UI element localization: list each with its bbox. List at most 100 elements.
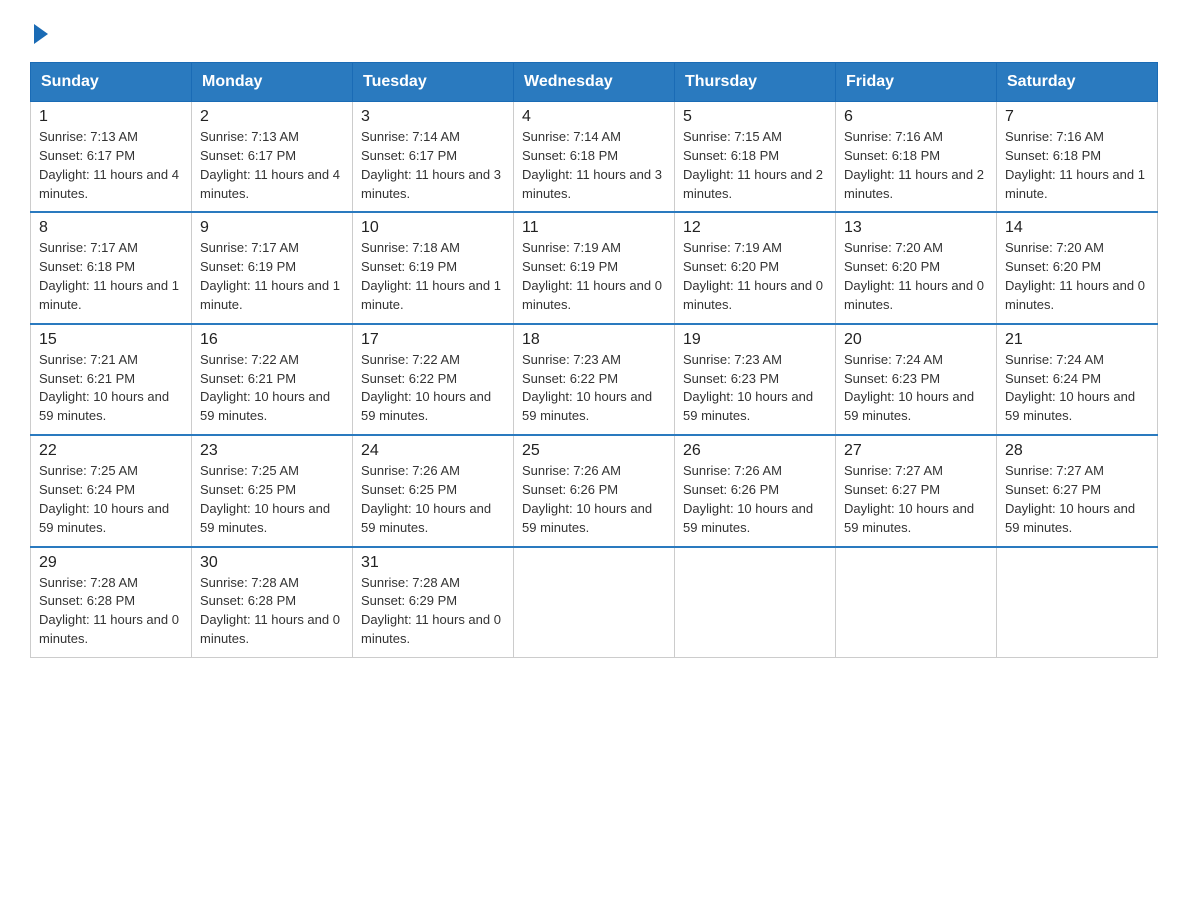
day-number: 11: [522, 219, 666, 237]
day-info: Sunrise: 7:13 AMSunset: 6:17 PMDaylight:…: [200, 128, 344, 203]
day-cell-10: 10 Sunrise: 7:18 AMSunset: 6:19 PMDayligh…: [353, 212, 514, 323]
day-cell-29: 29 Sunrise: 7:28 AMSunset: 6:28 PMDayligh…: [31, 547, 192, 658]
day-cell-12: 12 Sunrise: 7:19 AMSunset: 6:20 PMDayligh…: [675, 212, 836, 323]
day-cell-3: 3 Sunrise: 7:14 AMSunset: 6:17 PMDaylight…: [353, 102, 514, 213]
day-info: Sunrise: 7:19 AMSunset: 6:20 PMDaylight:…: [683, 239, 827, 314]
week-row-2: 8 Sunrise: 7:17 AMSunset: 6:18 PMDaylight…: [31, 212, 1158, 323]
week-row-5: 29 Sunrise: 7:28 AMSunset: 6:28 PMDayligh…: [31, 547, 1158, 658]
day-number: 29: [39, 554, 183, 572]
day-info: Sunrise: 7:16 AMSunset: 6:18 PMDaylight:…: [844, 128, 988, 203]
day-number: 10: [361, 219, 505, 237]
day-number: 16: [200, 331, 344, 349]
day-info: Sunrise: 7:26 AMSunset: 6:26 PMDaylight:…: [522, 462, 666, 537]
day-cell-8: 8 Sunrise: 7:17 AMSunset: 6:18 PMDaylight…: [31, 212, 192, 323]
day-info: Sunrise: 7:17 AMSunset: 6:18 PMDaylight:…: [39, 239, 183, 314]
day-info: Sunrise: 7:14 AMSunset: 6:18 PMDaylight:…: [522, 128, 666, 203]
day-number: 17: [361, 331, 505, 349]
day-cell-28: 28 Sunrise: 7:27 AMSunset: 6:27 PMDayligh…: [997, 435, 1158, 546]
logo: [30, 28, 48, 44]
day-info: Sunrise: 7:21 AMSunset: 6:21 PMDaylight:…: [39, 351, 183, 426]
day-info: Sunrise: 7:13 AMSunset: 6:17 PMDaylight:…: [39, 128, 183, 203]
day-cell-18: 18 Sunrise: 7:23 AMSunset: 6:22 PMDayligh…: [514, 324, 675, 435]
day-cell-16: 16Sunrise: 7:22 AMSunset: 6:21 PMDayligh…: [192, 324, 353, 435]
day-info: Sunrise: 7:25 AMSunset: 6:25 PMDaylight:…: [200, 462, 344, 537]
logo-arrow-icon: [34, 24, 48, 44]
week-row-1: 1 Sunrise: 7:13 AMSunset: 6:17 PMDaylight…: [31, 102, 1158, 213]
day-info: Sunrise: 7:27 AMSunset: 6:27 PMDaylight:…: [844, 462, 988, 537]
calendar-table: SundayMondayTuesdayWednesdayThursdayFrid…: [30, 62, 1158, 658]
day-info: Sunrise: 7:16 AMSunset: 6:18 PMDaylight:…: [1005, 128, 1149, 203]
day-number: 9: [200, 219, 344, 237]
day-number: 19: [683, 331, 827, 349]
day-cell-19: 19Sunrise: 7:23 AMSunset: 6:23 PMDayligh…: [675, 324, 836, 435]
day-info: Sunrise: 7:18 AMSunset: 6:19 PMDaylight:…: [361, 239, 505, 314]
day-number: 7: [1005, 108, 1149, 126]
day-number: 14: [1005, 219, 1149, 237]
day-info: Sunrise: 7:26 AMSunset: 6:25 PMDaylight:…: [361, 462, 505, 537]
day-info: Sunrise: 7:20 AMSunset: 6:20 PMDaylight:…: [1005, 239, 1149, 314]
empty-cell: [836, 547, 997, 658]
col-header-tuesday: Tuesday: [353, 63, 514, 102]
day-number: 26: [683, 442, 827, 460]
day-number: 24: [361, 442, 505, 460]
day-info: Sunrise: 7:25 AMSunset: 6:24 PMDaylight:…: [39, 462, 183, 537]
day-info: Sunrise: 7:19 AMSunset: 6:19 PMDaylight:…: [522, 239, 666, 314]
day-number: 22: [39, 442, 183, 460]
day-cell-26: 26 Sunrise: 7:26 AMSunset: 6:26 PMDayligh…: [675, 435, 836, 546]
day-cell-22: 22 Sunrise: 7:25 AMSunset: 6:24 PMDayligh…: [31, 435, 192, 546]
day-cell-31: 31Sunrise: 7:28 AMSunset: 6:29 PMDayligh…: [353, 547, 514, 658]
day-cell-25: 25 Sunrise: 7:26 AMSunset: 6:26 PMDayligh…: [514, 435, 675, 546]
day-number: 30: [200, 554, 344, 572]
col-header-thursday: Thursday: [675, 63, 836, 102]
day-number: 20: [844, 331, 988, 349]
day-info: Sunrise: 7:27 AMSunset: 6:27 PMDaylight:…: [1005, 462, 1149, 537]
day-number: 27: [844, 442, 988, 460]
day-cell-13: 13 Sunrise: 7:20 AMSunset: 6:20 PMDayligh…: [836, 212, 997, 323]
day-number: 21: [1005, 331, 1149, 349]
day-cell-21: 21 Sunrise: 7:24 AMSunset: 6:24 PMDayligh…: [997, 324, 1158, 435]
col-header-friday: Friday: [836, 63, 997, 102]
day-cell-14: 14 Sunrise: 7:20 AMSunset: 6:20 PMDayligh…: [997, 212, 1158, 323]
day-number: 25: [522, 442, 666, 460]
day-cell-15: 15 Sunrise: 7:21 AMSunset: 6:21 PMDayligh…: [31, 324, 192, 435]
day-number: 8: [39, 219, 183, 237]
day-cell-23: 23 Sunrise: 7:25 AMSunset: 6:25 PMDayligh…: [192, 435, 353, 546]
day-cell-6: 6 Sunrise: 7:16 AMSunset: 6:18 PMDaylight…: [836, 102, 997, 213]
col-header-monday: Monday: [192, 63, 353, 102]
day-info: Sunrise: 7:17 AMSunset: 6:19 PMDaylight:…: [200, 239, 344, 314]
day-info: Sunrise: 7:23 AMSunset: 6:22 PMDaylight:…: [522, 351, 666, 426]
day-cell-24: 24 Sunrise: 7:26 AMSunset: 6:25 PMDayligh…: [353, 435, 514, 546]
day-cell-9: 9 Sunrise: 7:17 AMSunset: 6:19 PMDaylight…: [192, 212, 353, 323]
day-number: 2: [200, 108, 344, 126]
day-info: Sunrise: 7:14 AMSunset: 6:17 PMDaylight:…: [361, 128, 505, 203]
day-cell-20: 20Sunrise: 7:24 AMSunset: 6:23 PMDayligh…: [836, 324, 997, 435]
day-cell-11: 11 Sunrise: 7:19 AMSunset: 6:19 PMDayligh…: [514, 212, 675, 323]
day-number: 1: [39, 108, 183, 126]
day-info: Sunrise: 7:24 AMSunset: 6:24 PMDaylight:…: [1005, 351, 1149, 426]
day-cell-2: 2 Sunrise: 7:13 AMSunset: 6:17 PMDaylight…: [192, 102, 353, 213]
day-number: 23: [200, 442, 344, 460]
day-cell-30: 30 Sunrise: 7:28 AMSunset: 6:28 PMDayligh…: [192, 547, 353, 658]
col-header-sunday: Sunday: [31, 63, 192, 102]
empty-cell: [675, 547, 836, 658]
day-info: Sunrise: 7:26 AMSunset: 6:26 PMDaylight:…: [683, 462, 827, 537]
day-info: Sunrise: 7:28 AMSunset: 6:28 PMDaylight:…: [200, 574, 344, 649]
col-header-wednesday: Wednesday: [514, 63, 675, 102]
day-number: 6: [844, 108, 988, 126]
day-info: Sunrise: 7:20 AMSunset: 6:20 PMDaylight:…: [844, 239, 988, 314]
day-number: 15: [39, 331, 183, 349]
day-cell-27: 27 Sunrise: 7:27 AMSunset: 6:27 PMDayligh…: [836, 435, 997, 546]
day-number: 18: [522, 331, 666, 349]
day-info: Sunrise: 7:28 AMSunset: 6:28 PMDaylight:…: [39, 574, 183, 649]
day-number: 13: [844, 219, 988, 237]
day-number: 12: [683, 219, 827, 237]
day-number: 3: [361, 108, 505, 126]
week-row-4: 22 Sunrise: 7:25 AMSunset: 6:24 PMDayligh…: [31, 435, 1158, 546]
day-info: Sunrise: 7:15 AMSunset: 6:18 PMDaylight:…: [683, 128, 827, 203]
day-info: Sunrise: 7:22 AMSunset: 6:22 PMDaylight:…: [361, 351, 505, 426]
col-header-saturday: Saturday: [997, 63, 1158, 102]
day-cell-7: 7 Sunrise: 7:16 AMSunset: 6:18 PMDaylight…: [997, 102, 1158, 213]
empty-cell: [997, 547, 1158, 658]
day-number: 4: [522, 108, 666, 126]
day-number: 28: [1005, 442, 1149, 460]
